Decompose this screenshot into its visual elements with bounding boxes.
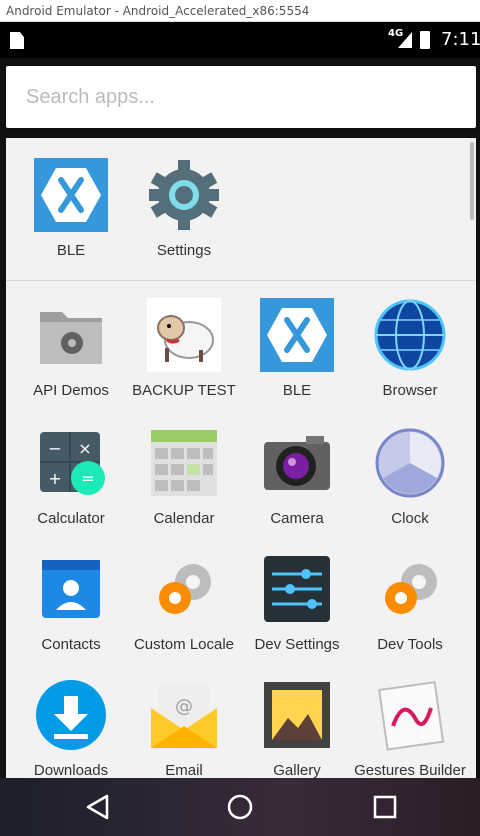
svg-text:+: + [48, 469, 61, 488]
calendar-icon [151, 430, 217, 496]
gallery-icon [264, 682, 330, 748]
signal-icon [398, 32, 412, 48]
sd-card-icon [10, 32, 24, 49]
app-label: BLE [282, 382, 312, 399]
svg-text:@: @ [175, 696, 193, 717]
status-time: 7:11 [441, 29, 480, 50]
xamarin-icon [260, 298, 334, 372]
calculator-icon: − × + = [40, 432, 105, 495]
battery-icon [420, 31, 430, 49]
app-label: Settings [156, 242, 212, 259]
app-label: BLE [56, 242, 86, 259]
svg-text:×: × [78, 439, 91, 458]
divider [6, 280, 476, 281]
dev-tools-gear-icon [385, 564, 437, 614]
status-bar: 4G 7:11 [0, 22, 480, 58]
sliders-icon [264, 556, 330, 622]
globe-icon [374, 299, 446, 371]
app-label: Clock [391, 510, 429, 527]
xamarin-icon [34, 158, 108, 232]
custom-locale-gear-icon [159, 564, 211, 614]
app-drawer[interactable]: BLE Settings API Demos BACKUP TEST BLE B… [6, 138, 476, 778]
navigation-bar [0, 778, 480, 836]
app-label: Calendar [153, 510, 215, 527]
gestures-icon [378, 681, 445, 751]
app-label: Custom Locale [133, 636, 235, 653]
svg-text:−: − [48, 439, 61, 458]
app-label: Gestures Builder [354, 762, 466, 778]
download-icon [36, 680, 106, 750]
email-icon: @ [151, 684, 217, 748]
scrollbar[interactable] [470, 142, 474, 220]
app-label: Email [165, 762, 203, 778]
app-label: Downloads [33, 762, 109, 778]
folder-gear-icon [40, 312, 102, 364]
app-label: Dev Tools [377, 636, 443, 653]
contacts-icon [42, 560, 100, 618]
sheep-icon [147, 298, 221, 372]
recents-icon[interactable] [370, 792, 400, 822]
home-icon[interactable] [225, 792, 255, 822]
search-input[interactable] [6, 66, 476, 128]
app-label: Calculator [37, 510, 105, 527]
back-icon[interactable] [83, 792, 113, 822]
app-label: Browser [382, 382, 438, 399]
svg-text:=: = [81, 469, 94, 488]
search-bar[interactable] [6, 66, 476, 128]
app-label: Gallery [273, 762, 321, 778]
gear-icon [149, 160, 219, 230]
clock-icon [375, 428, 445, 498]
window-title: Android Emulator - Android_Accelerated_x… [0, 0, 480, 22]
app-label: Camera [270, 510, 324, 527]
app-label: Dev Settings [254, 636, 340, 653]
app-label: Contacts [41, 636, 101, 653]
camera-icon [264, 436, 330, 490]
app-label: API Demos [33, 382, 109, 399]
app-label: BACKUP TEST [132, 382, 236, 399]
